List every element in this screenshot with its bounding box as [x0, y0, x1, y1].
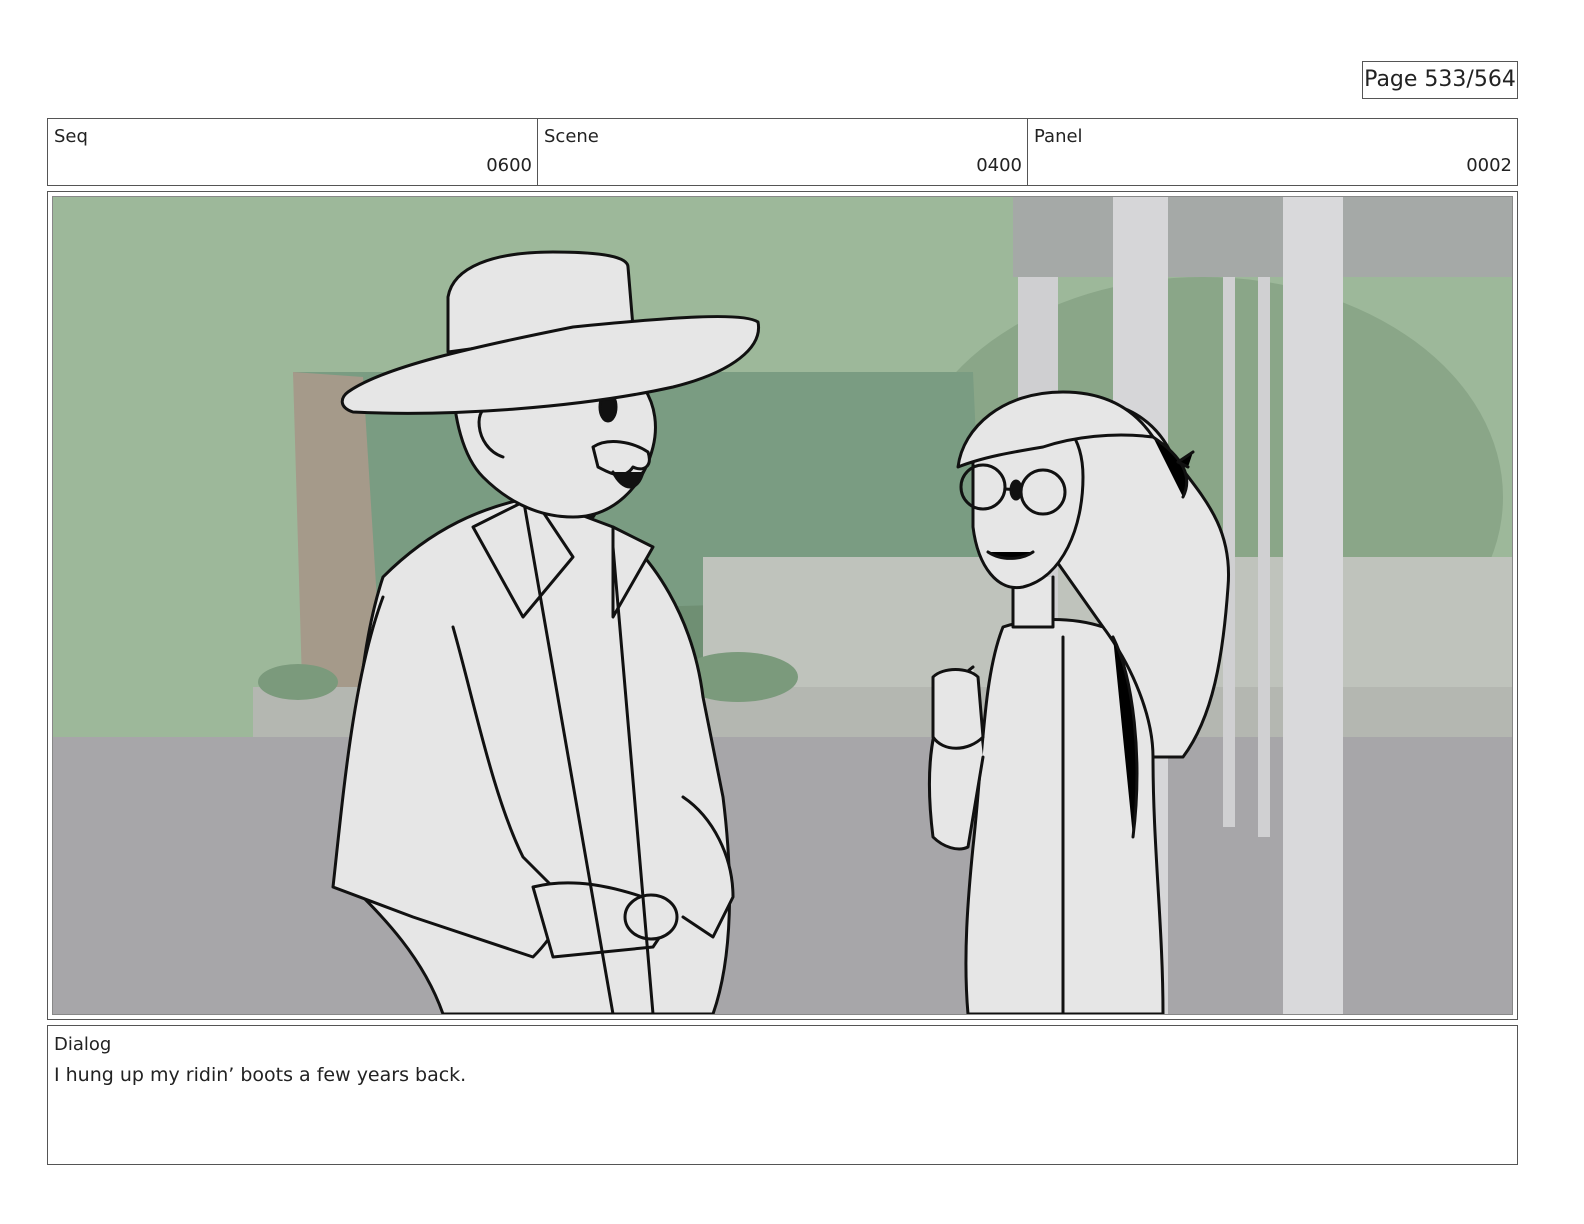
background-canopy: [1013, 197, 1512, 277]
storyboard-panel-frame: [47, 191, 1518, 1020]
scene-cell: Scene 0400: [538, 119, 1028, 185]
scene-label: Scene: [544, 126, 599, 147]
page-number: Page 533/564: [1362, 61, 1518, 99]
panel-info-header: Seq 0600 Scene 0400 Panel 0002: [47, 118, 1518, 186]
pillar: [1283, 197, 1343, 1014]
seq-label: Seq: [54, 126, 88, 147]
panel-label: Panel: [1034, 126, 1083, 147]
seq-value: 0600: [486, 155, 532, 176]
seq-cell: Seq 0600: [48, 119, 538, 185]
background-small-dome-left: [258, 664, 338, 700]
scene-value: 0400: [976, 155, 1022, 176]
dialog-box: Dialog I hung up my ridin’ boots a few y…: [47, 1025, 1518, 1165]
pillar-thin: [1258, 277, 1270, 837]
dialog-text: I hung up my ridin’ boots a few years ba…: [54, 1064, 467, 1086]
storyboard-panel-image: [52, 196, 1513, 1015]
panel-cell: Panel 0002: [1028, 119, 1517, 185]
dialog-label: Dialog: [54, 1034, 112, 1055]
panel-sketch-illustration: [53, 197, 1512, 1014]
panel-value: 0002: [1466, 155, 1512, 176]
